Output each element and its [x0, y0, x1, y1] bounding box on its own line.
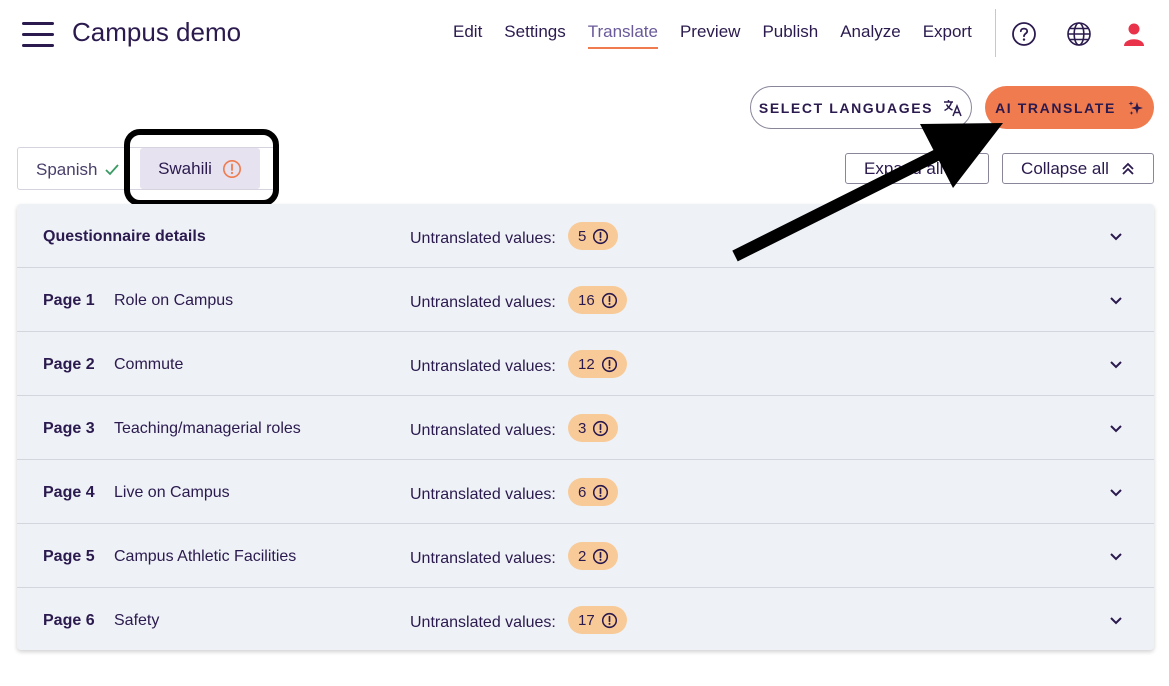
main-nav: Edit Settings Translate Preview Publish …	[453, 22, 972, 49]
language-tabs: Spanish Swahili	[17, 147, 275, 190]
section-row[interactable]: Page 6 Safety Untranslated values: 17	[17, 588, 1154, 650]
untranslated-count: 16	[578, 291, 595, 309]
untranslated-count-badge: 17	[568, 606, 627, 634]
chevron-down-icon[interactable]	[1108, 356, 1124, 372]
nav-preview[interactable]: Preview	[680, 22, 740, 49]
nav-translate[interactable]: Translate	[587, 22, 658, 49]
expand-all-button[interactable]: Expand all	[845, 153, 989, 184]
section-page: Page 2	[43, 356, 95, 373]
alert-circle-icon	[593, 484, 609, 500]
select-languages-label: SELECT LANGUAGES	[758, 99, 934, 116]
untranslated-label: Untranslated values:	[410, 358, 556, 375]
select-languages-button[interactable]: SELECT LANGUAGES	[750, 86, 972, 129]
section-page: Page 5	[43, 548, 95, 565]
untranslated-count-badge: 6	[568, 478, 619, 506]
tab-swahili-label: Swahili	[158, 158, 212, 178]
nav-edit[interactable]: Edit	[453, 22, 482, 49]
section-row[interactable]: Page 3 Teaching/managerial roles Untrans…	[17, 396, 1154, 460]
alert-circle-icon	[593, 548, 609, 564]
chevron-down-icon[interactable]	[1108, 484, 1124, 500]
ai-translate-label: AI TRANSLATE	[995, 99, 1116, 116]
section-row[interactable]: Page 2 Commute Untranslated values: 12	[17, 332, 1154, 396]
untranslated-count: 6	[578, 483, 587, 501]
untranslated-count: 3	[578, 419, 587, 437]
globe-icon[interactable]	[1066, 21, 1092, 47]
section-page: Page 1	[43, 292, 95, 309]
section-title: Role on Campus	[114, 292, 234, 309]
untranslated-label: Untranslated values:	[410, 486, 556, 503]
collapse-all-label: Collapse all	[1021, 158, 1109, 178]
untranslated-label: Untranslated values:	[410, 230, 556, 247]
section-page: Questionnaire details	[43, 228, 206, 245]
section-title: Commute	[114, 356, 184, 373]
untranslated-count: 5	[578, 227, 587, 245]
sparkle-icon	[1128, 100, 1143, 115]
nav-divider	[995, 9, 996, 57]
section-row[interactable]: Questionnaire details Untranslated value…	[17, 204, 1154, 268]
tab-spanish-label: Spanish	[36, 160, 98, 179]
check-icon	[105, 164, 120, 176]
untranslated-count-badge: 12	[568, 350, 627, 378]
section-row[interactable]: Page 5 Campus Athletic Facilities Untran…	[17, 524, 1154, 588]
untranslated-label: Untranslated values:	[410, 614, 556, 631]
help-icon[interactable]	[1011, 21, 1037, 47]
section-title: Safety	[114, 612, 160, 629]
chevron-down-icon[interactable]	[1108, 612, 1124, 628]
alert-circle-icon	[593, 420, 609, 436]
chevron-down-icon[interactable]	[1108, 292, 1124, 308]
section-title: Teaching/managerial roles	[114, 420, 301, 437]
ai-translate-button[interactable]: AI TRANSLATE	[985, 86, 1154, 129]
untranslated-count-badge: 2	[568, 542, 619, 570]
section-page: Page 4	[43, 484, 95, 501]
chevron-down-icon[interactable]	[1108, 228, 1124, 244]
nav-analyze[interactable]: Analyze	[840, 22, 900, 49]
nav-publish[interactable]: Publish	[762, 22, 818, 49]
untranslated-count: 2	[578, 547, 587, 565]
alert-circle-icon	[601, 292, 617, 308]
untranslated-count-badge: 16	[568, 286, 627, 314]
nav-settings[interactable]: Settings	[504, 22, 565, 49]
alert-circle-icon	[601, 356, 617, 372]
tab-spanish[interactable]: Spanish	[36, 160, 120, 180]
hamburger-menu-icon[interactable]	[22, 22, 54, 48]
chevron-down-icon[interactable]	[1108, 420, 1124, 436]
section-page: Page 3	[43, 420, 95, 437]
app-title: Campus demo	[72, 17, 242, 47]
untranslated-count-badge: 5	[568, 222, 619, 250]
chevron-down-icon[interactable]	[1108, 548, 1124, 564]
section-row[interactable]: Page 4 Live on Campus Untranslated value…	[17, 460, 1154, 524]
section-row[interactable]: Page 1 Role on Campus Untranslated value…	[17, 268, 1154, 332]
section-title: Live on Campus	[114, 484, 230, 501]
untranslated-label: Untranslated values:	[410, 550, 556, 567]
untranslated-count-badge: 3	[568, 414, 619, 442]
translate-icon	[944, 99, 962, 116]
untranslated-count: 12	[578, 355, 595, 373]
warning-icon	[222, 159, 241, 178]
translation-sections-panel: Questionnaire details Untranslated value…	[17, 204, 1154, 650]
nav-export[interactable]: Export	[923, 22, 972, 49]
collapse-all-button[interactable]: Collapse all	[1002, 153, 1154, 184]
untranslated-count: 17	[578, 611, 595, 629]
tab-swahili[interactable]: Swahili	[140, 148, 260, 189]
section-page: Page 6	[43, 612, 95, 629]
untranslated-label: Untranslated values:	[410, 422, 556, 439]
alert-circle-icon	[593, 228, 609, 244]
double-chevron-up-icon	[1122, 162, 1134, 175]
section-title: Campus Athletic Facilities	[114, 548, 297, 565]
alert-circle-icon	[601, 612, 617, 628]
untranslated-label: Untranslated values:	[410, 294, 556, 311]
user-icon[interactable]	[1121, 21, 1147, 47]
